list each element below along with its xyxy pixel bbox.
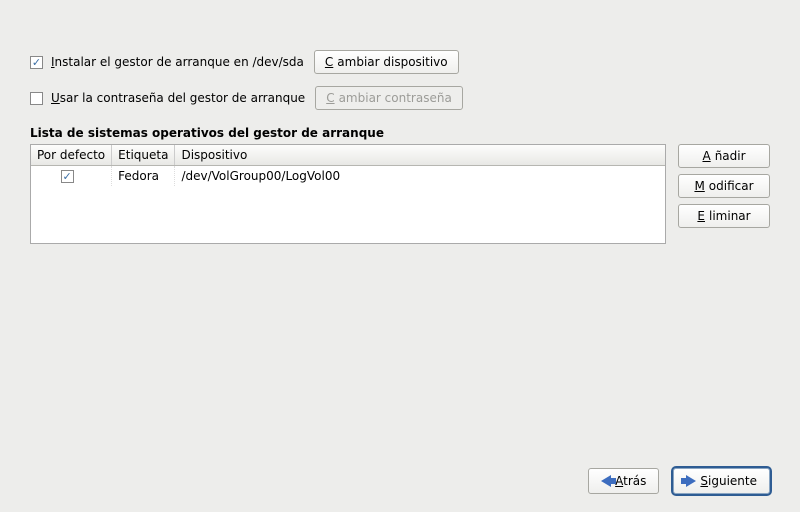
use-password-label: Usar la contraseña del gestor de arranqu…	[51, 91, 305, 105]
col-device[interactable]: Dispositivo	[175, 145, 665, 166]
col-default[interactable]: Por defecto	[31, 145, 112, 166]
add-button[interactable]: Añadir	[678, 144, 770, 168]
arrow-right-icon	[686, 475, 696, 487]
change-password-button: Cambiar contraseña	[315, 86, 463, 110]
install-bootloader-checkbox[interactable]	[30, 56, 43, 69]
delete-button[interactable]: Eliminar	[678, 204, 770, 228]
install-bootloader-row: Instalar el gestor de arranque en /dev/s…	[30, 50, 770, 74]
use-password-checkbox[interactable]	[30, 92, 43, 105]
table-row[interactable]: Fedora /dev/VolGroup00/LogVol00	[31, 166, 665, 187]
row-default-checkbox[interactable]	[61, 170, 74, 183]
row-device: /dev/VolGroup00/LogVol00	[175, 166, 665, 187]
col-label[interactable]: Etiqueta	[112, 145, 175, 166]
modify-button[interactable]: Modificar	[678, 174, 770, 198]
arrow-left-icon	[601, 475, 611, 487]
back-button[interactable]: Atrás	[588, 468, 659, 494]
wizard-nav: Atrás Siguiente	[588, 468, 770, 494]
os-list-title: Lista de sistemas operativos del gestor …	[30, 126, 770, 140]
os-table[interactable]: Por defecto Etiqueta Dispositivo Fedora …	[30, 144, 666, 244]
next-button[interactable]: Siguiente	[673, 468, 770, 494]
use-password-row: Usar la contraseña del gestor de arranqu…	[30, 86, 770, 110]
change-device-button[interactable]: Cambiar dispositivo	[314, 50, 459, 74]
install-bootloader-label: Instalar el gestor de arranque en /dev/s…	[51, 55, 304, 69]
row-label: Fedora	[112, 166, 175, 187]
